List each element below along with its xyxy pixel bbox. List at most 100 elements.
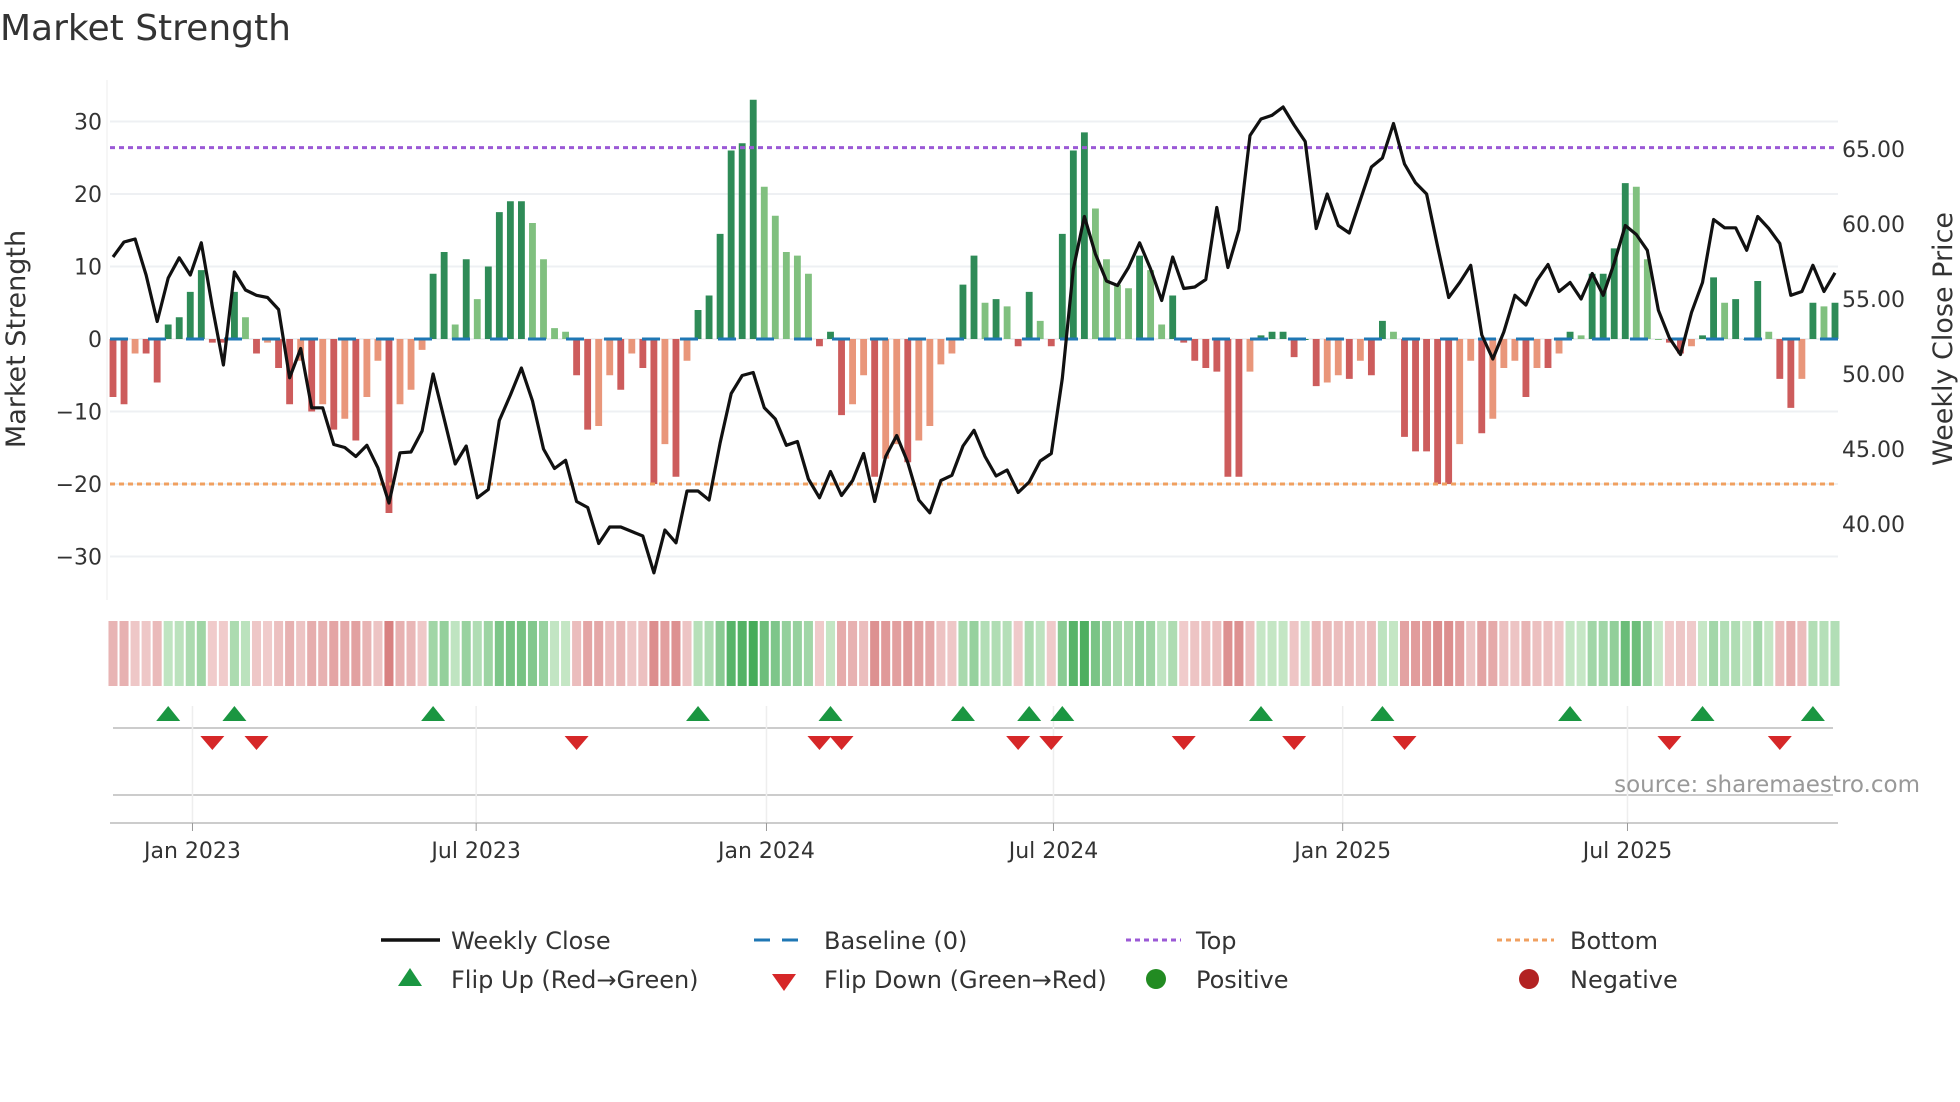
strength-bar: [319, 339, 327, 405]
heatmap-cell: [1101, 621, 1111, 686]
strength-bar: [1345, 339, 1353, 379]
heatmap-cell: [583, 621, 593, 686]
heatmap-cell: [947, 621, 957, 686]
heatmap-cell: [450, 621, 460, 686]
heatmap-cell: [792, 621, 802, 686]
strength-bar: [1754, 281, 1762, 339]
heatmap-cell: [1377, 621, 1387, 686]
heatmap-cell: [1013, 621, 1023, 686]
strength-bar: [1136, 255, 1143, 339]
heatmap-cell: [373, 621, 383, 686]
heatmap-cell: [682, 621, 692, 686]
heatmap-cell: [837, 621, 847, 686]
strength-bar: [1224, 339, 1232, 477]
strength-bar: [1014, 339, 1022, 347]
strength-bar: [1776, 339, 1784, 379]
y-axis-left: 30 20 10 0 −10 −20 −30: [56, 111, 102, 571]
heatmap-cell: [152, 621, 162, 686]
strength-bar: [1379, 320, 1386, 339]
y-tick-label: 20: [74, 183, 102, 208]
heatmap-cell: [594, 621, 604, 686]
flip-up-marker: [156, 706, 181, 721]
strength-bar: [1798, 339, 1806, 379]
heatmap-cell: [671, 621, 681, 686]
heatmap-cell: [1808, 621, 1818, 686]
negative-dot-icon: [1519, 969, 1539, 989]
y-tick-label: 10: [74, 256, 102, 281]
strength-bar: [860, 339, 868, 376]
strength-bar: [1125, 288, 1132, 339]
heatmap-cell: [1190, 621, 1200, 686]
heatmap-cell: [417, 621, 427, 686]
heatmap-cell: [1720, 621, 1730, 686]
heatmap-cell: [958, 621, 968, 686]
heatmap-cell: [1388, 621, 1398, 686]
strength-bar: [1069, 150, 1077, 339]
strength-bar: [1080, 132, 1088, 339]
strength-bar: [529, 223, 536, 339]
flip-down-marker: [1006, 736, 1031, 750]
heatmap-cell: [1311, 621, 1321, 686]
heatmap-cell: [803, 621, 813, 686]
heatmap-cell: [572, 621, 582, 686]
heatmap-cell: [1256, 621, 1266, 686]
heatmap-cell: [1620, 621, 1630, 686]
heatmap-cell: [229, 621, 239, 686]
strength-bar: [164, 324, 172, 339]
x-axis: Jan 2023 Jul 2023 Jan 2024 Jul 2024 Jan 2025…: [110, 822, 1838, 864]
strength-bar: [1114, 284, 1121, 339]
y2-tick-label: 45.00: [1842, 438, 1905, 463]
heatmap-cell: [737, 621, 747, 686]
heatmap-cell: [1079, 621, 1089, 686]
strength-bar: [1036, 320, 1044, 339]
heatmap-cell: [1455, 621, 1465, 686]
heatmap-cell: [1057, 621, 1067, 686]
heatmap-cell: [406, 621, 416, 686]
heatmap-cell: [1024, 621, 1034, 686]
heatmap-cell: [1786, 621, 1796, 686]
heatmap-cell: [307, 621, 317, 686]
flip-up-marker: [1017, 706, 1042, 721]
strength-bar: [760, 186, 768, 339]
strength-bar: [1721, 302, 1729, 339]
strength-heatmap-strip: [108, 621, 1840, 686]
strength-bar: [716, 233, 724, 339]
strength-bar: [970, 255, 978, 339]
heatmap-cell: [351, 621, 361, 686]
strength-bar: [727, 150, 735, 339]
strength-bar: [1765, 331, 1773, 339]
heatmap-cell: [1002, 621, 1012, 686]
x-tick-label: Jan 2025: [1292, 839, 1391, 864]
x-tick-label: Jan 2024: [716, 839, 815, 864]
strength-bar: [617, 339, 625, 390]
strength-bar: [595, 339, 603, 426]
heatmap-cell: [1422, 621, 1432, 686]
strength-bar: [1334, 339, 1342, 376]
strength-bar: [330, 339, 338, 430]
legend-bottom: Bottom: [1570, 927, 1658, 955]
heatmap-cell: [848, 621, 858, 686]
strength-bar: [1213, 339, 1221, 372]
strength-bar: [1058, 233, 1066, 339]
strength-bar: [749, 99, 757, 339]
heatmap-cell: [825, 621, 836, 686]
strength-bar: [1290, 339, 1298, 358]
strength-bar: [462, 259, 470, 339]
strength-bar: [175, 317, 183, 339]
strength-bar: [1367, 339, 1375, 376]
strength-bar: [805, 273, 812, 339]
heatmap-cell: [1753, 621, 1763, 686]
strength-bar: [1003, 306, 1011, 339]
strength-bar: [540, 259, 547, 339]
strength-bar: [683, 339, 691, 361]
heatmap-cell: [1278, 621, 1288, 686]
strength-bar: [374, 339, 382, 361]
heatmap-cell: [770, 621, 780, 686]
heatmap-cell: [1344, 621, 1354, 686]
strength-bar: [782, 252, 790, 339]
heatmap-cell: [859, 621, 869, 686]
heatmap-cell: [274, 621, 284, 686]
heatmap-cell: [1444, 621, 1454, 686]
heatmap-cell: [704, 621, 714, 686]
strength-bar: [1323, 339, 1331, 383]
